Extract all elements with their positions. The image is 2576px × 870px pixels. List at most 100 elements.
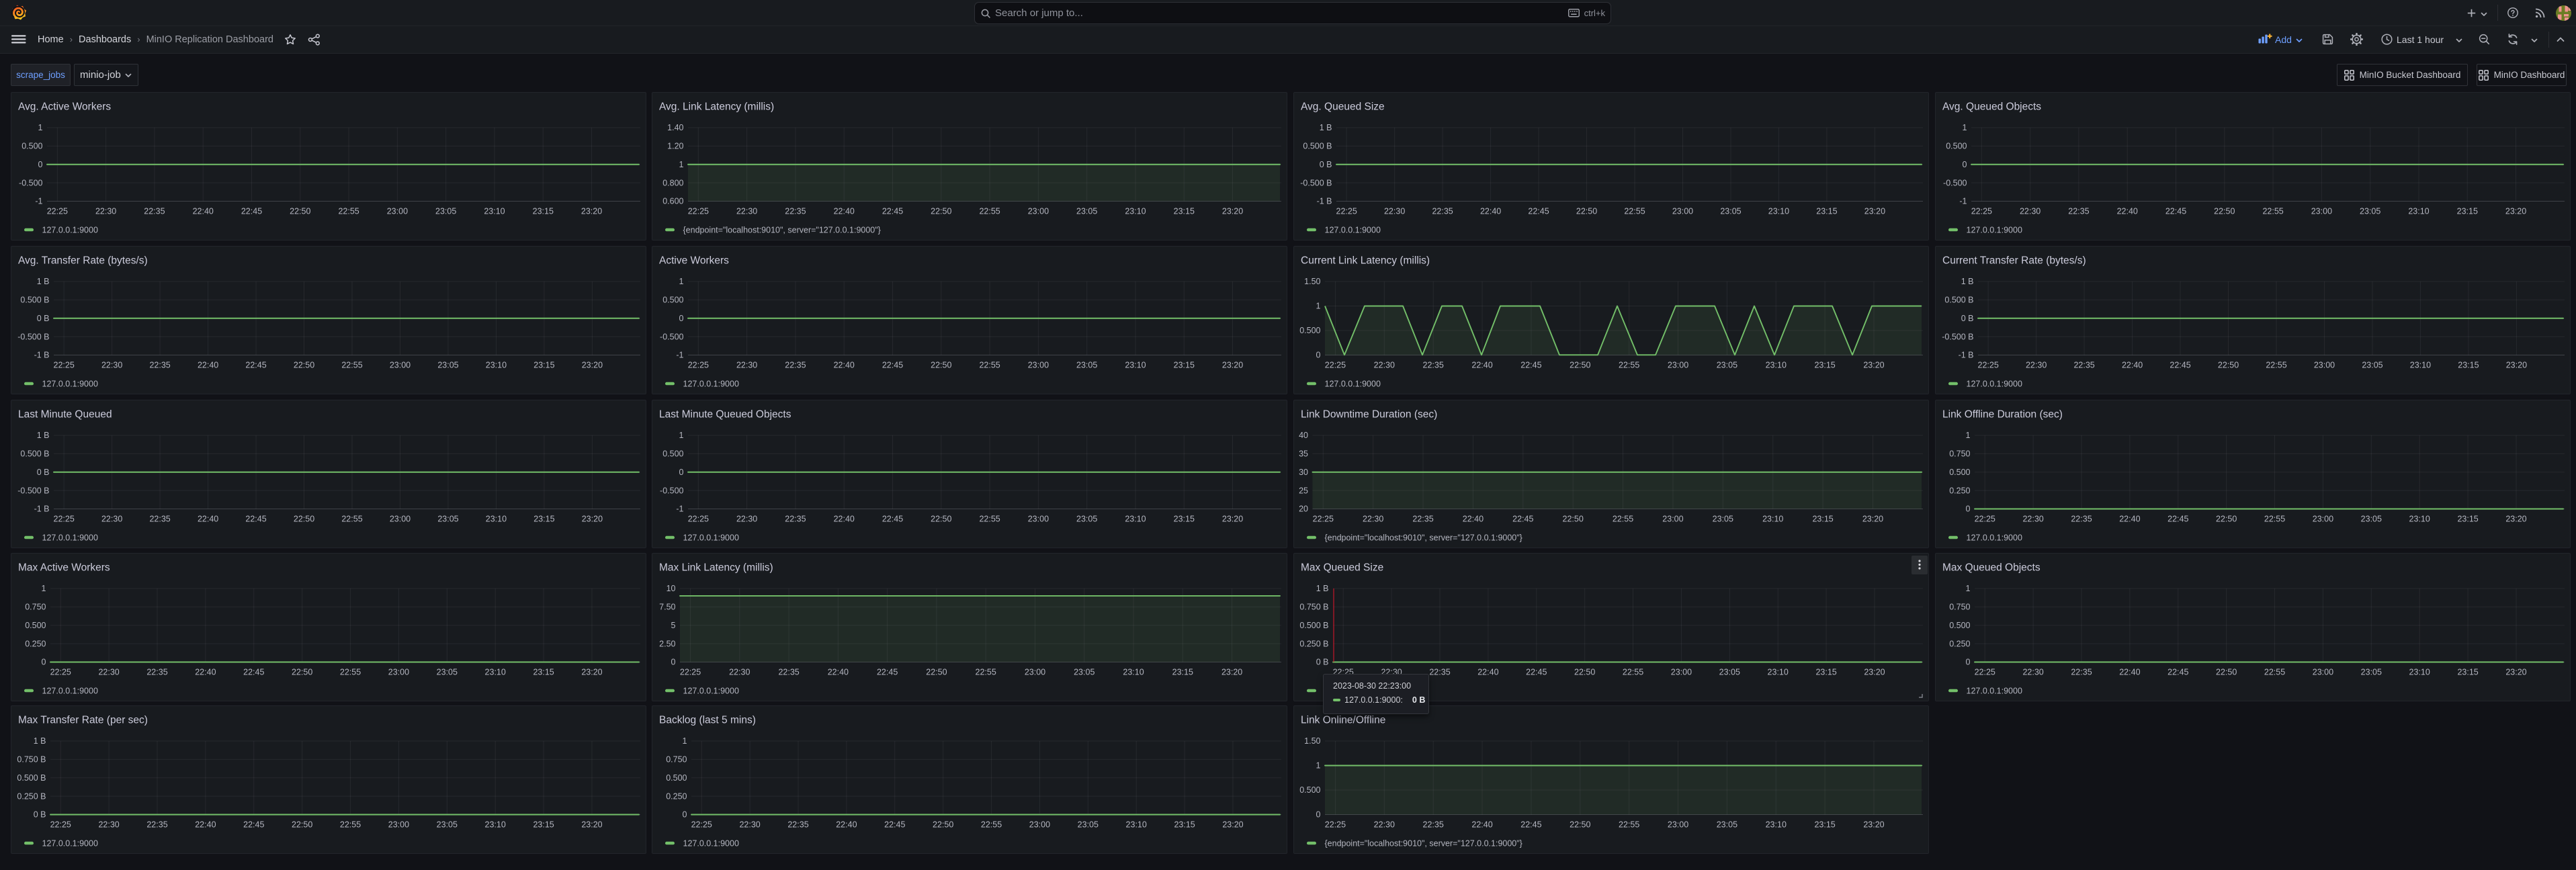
svg-text:40: 40 bbox=[1299, 431, 1308, 440]
svg-text:-0.500 B: -0.500 B bbox=[1942, 332, 1973, 341]
svg-text:22:25: 22:25 bbox=[1325, 820, 1346, 830]
svg-text:22:35: 22:35 bbox=[787, 820, 808, 830]
svg-text:Last Minute Queued Objects: Last Minute Queued Objects bbox=[659, 409, 791, 421]
svg-text:127.0.0.1:9000: 127.0.0.1:9000 bbox=[42, 533, 98, 542]
svg-text:0.250 B: 0.250 B bbox=[1299, 639, 1328, 648]
svg-text:22:35: 22:35 bbox=[149, 515, 170, 524]
svg-text:23:05: 23:05 bbox=[2362, 361, 2382, 370]
svg-text:22:40: 22:40 bbox=[195, 820, 216, 830]
svg-text:22:35: 22:35 bbox=[144, 207, 165, 216]
svg-text:22:25: 22:25 bbox=[1971, 207, 1992, 216]
svg-text:23:15: 23:15 bbox=[2458, 361, 2479, 370]
svg-text:22:40: 22:40 bbox=[198, 515, 218, 524]
svg-text:0.250 B: 0.250 B bbox=[17, 791, 46, 801]
svg-text:0.500: 0.500 bbox=[662, 449, 683, 459]
svg-text:23:20: 23:20 bbox=[582, 361, 603, 370]
svg-text:22:35: 22:35 bbox=[1429, 668, 1450, 677]
svg-text:0.500: 0.500 bbox=[1299, 326, 1320, 335]
svg-text:22:55: 22:55 bbox=[1624, 207, 1645, 216]
svg-text:22:50: 22:50 bbox=[2218, 361, 2239, 370]
svg-text:Link Offline Duration (sec): Link Offline Duration (sec) bbox=[1942, 409, 2063, 421]
svg-text:-1: -1 bbox=[676, 505, 683, 514]
svg-text:23:10: 23:10 bbox=[1768, 668, 1789, 677]
svg-text:35: 35 bbox=[1299, 449, 1308, 459]
svg-text:0 B: 0 B bbox=[1320, 160, 1332, 169]
svg-text:22:45: 22:45 bbox=[882, 207, 903, 216]
svg-text:7.50: 7.50 bbox=[659, 603, 675, 612]
svg-text:127.0.0.1:9000: 127.0.0.1:9000 bbox=[1325, 225, 1381, 234]
svg-text:Link Online/Offline: Link Online/Offline bbox=[1301, 715, 1385, 726]
svg-text:0: 0 bbox=[679, 468, 684, 477]
svg-text:22:55: 22:55 bbox=[981, 820, 1002, 830]
svg-text:0: 0 bbox=[1963, 160, 1967, 169]
svg-text:127.0.0.1:9000: 127.0.0.1:9000 bbox=[1325, 379, 1381, 388]
svg-text:22:40: 22:40 bbox=[1463, 515, 1484, 524]
svg-text:23:00: 23:00 bbox=[1028, 515, 1049, 524]
svg-text:23:05: 23:05 bbox=[1720, 207, 1741, 216]
svg-text:23:00: 23:00 bbox=[1028, 207, 1049, 216]
svg-text:Current Link Latency (millis): Current Link Latency (millis) bbox=[1301, 255, 1430, 267]
svg-text:22:25: 22:25 bbox=[54, 515, 75, 524]
svg-text:0.500: 0.500 bbox=[1299, 785, 1320, 795]
svg-text:23:15: 23:15 bbox=[2457, 515, 2478, 524]
svg-text:1.20: 1.20 bbox=[667, 142, 683, 151]
svg-text:23:15: 23:15 bbox=[1814, 820, 1835, 830]
svg-text:22:40: 22:40 bbox=[834, 207, 855, 216]
svg-text:23:20: 23:20 bbox=[2506, 361, 2527, 370]
svg-text:Current Transfer Rate (bytes/s: Current Transfer Rate (bytes/s) bbox=[1942, 255, 2086, 267]
svg-text:127.0.0.1:9000: 127.0.0.1:9000 bbox=[42, 686, 98, 695]
svg-text:Max Queued Size: Max Queued Size bbox=[1301, 562, 1383, 574]
svg-text:22:45: 22:45 bbox=[245, 515, 266, 524]
svg-text:23:05: 23:05 bbox=[1713, 515, 1733, 524]
svg-text:127.0.0.1:9000: 127.0.0.1:9000 bbox=[683, 838, 739, 848]
svg-text:0: 0 bbox=[1966, 658, 1971, 667]
svg-text:22:40: 22:40 bbox=[828, 668, 849, 677]
svg-text:1 B: 1 B bbox=[1320, 123, 1332, 132]
svg-text:127.0.0.1:9000: 127.0.0.1:9000 bbox=[42, 379, 98, 388]
svg-text:22:25: 22:25 bbox=[50, 820, 71, 830]
svg-text:22:45: 22:45 bbox=[882, 361, 903, 370]
svg-text:23:15: 23:15 bbox=[2457, 207, 2478, 216]
svg-text:1: 1 bbox=[38, 123, 43, 132]
svg-text:22:55: 22:55 bbox=[2264, 515, 2285, 524]
svg-text:-0.500 B: -0.500 B bbox=[1300, 178, 1332, 187]
svg-text:22:40: 22:40 bbox=[1477, 668, 1498, 677]
svg-text:23:10: 23:10 bbox=[486, 515, 507, 524]
svg-text:22:35: 22:35 bbox=[146, 668, 167, 677]
svg-text:1: 1 bbox=[679, 277, 684, 286]
svg-text:23:20: 23:20 bbox=[1863, 361, 1884, 370]
svg-text:22:45: 22:45 bbox=[2170, 361, 2190, 370]
svg-text:127.0.0.1:9000: 127.0.0.1:9000 bbox=[683, 379, 739, 388]
svg-text:22:25: 22:25 bbox=[688, 361, 709, 370]
svg-text:22:35: 22:35 bbox=[1423, 820, 1444, 830]
svg-text:23:15: 23:15 bbox=[2457, 668, 2478, 677]
svg-text:23:15: 23:15 bbox=[1814, 361, 1835, 370]
svg-text:22:35: 22:35 bbox=[2071, 668, 2092, 677]
svg-text:22:50: 22:50 bbox=[1570, 361, 1590, 370]
svg-text:-1 B: -1 B bbox=[34, 505, 50, 514]
svg-text:1 B: 1 B bbox=[34, 736, 46, 746]
svg-text:22:40: 22:40 bbox=[198, 361, 218, 370]
svg-text:0.500: 0.500 bbox=[666, 773, 687, 783]
svg-text:23:15: 23:15 bbox=[1812, 515, 1833, 524]
svg-text:0.500: 0.500 bbox=[1949, 468, 1970, 477]
svg-text:0.750: 0.750 bbox=[666, 755, 687, 765]
svg-text:22:55: 22:55 bbox=[1613, 515, 1633, 524]
svg-text:23:00: 23:00 bbox=[2311, 207, 2332, 216]
svg-text:23:20: 23:20 bbox=[581, 668, 602, 677]
svg-text:22:30: 22:30 bbox=[2026, 361, 2047, 370]
svg-text:23:10: 23:10 bbox=[1126, 820, 1147, 830]
svg-text:23:00: 23:00 bbox=[390, 515, 411, 524]
svg-text:23:10: 23:10 bbox=[486, 361, 507, 370]
svg-text:0.500 B: 0.500 B bbox=[1299, 621, 1328, 630]
svg-text:22:45: 22:45 bbox=[884, 820, 905, 830]
svg-text:22:50: 22:50 bbox=[1570, 820, 1590, 830]
svg-text:0.500 B: 0.500 B bbox=[17, 773, 46, 783]
svg-text:1.40: 1.40 bbox=[667, 123, 683, 132]
svg-text:22:45: 22:45 bbox=[2167, 668, 2188, 677]
svg-text:22:45: 22:45 bbox=[882, 515, 903, 524]
svg-text:-1: -1 bbox=[1959, 197, 1967, 206]
svg-text:22:30: 22:30 bbox=[739, 820, 760, 830]
svg-text:23:10: 23:10 bbox=[2410, 361, 2431, 370]
svg-text:0.750: 0.750 bbox=[1949, 449, 1970, 459]
